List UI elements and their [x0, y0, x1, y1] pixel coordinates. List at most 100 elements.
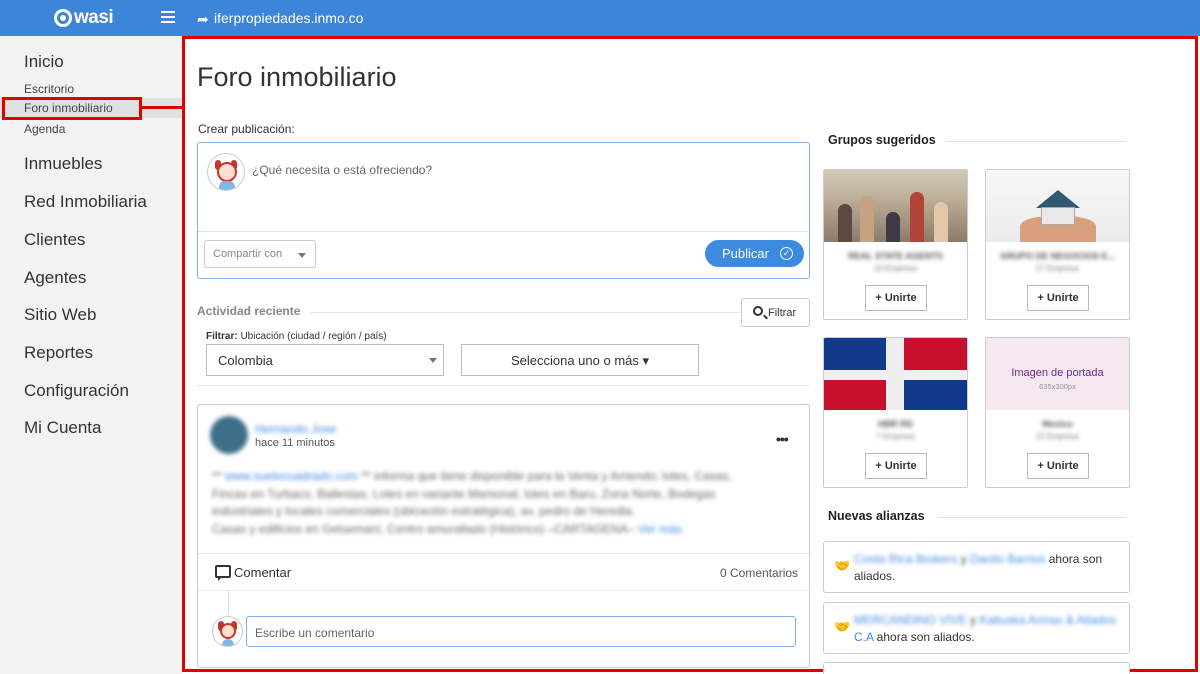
alliance-text: ahora son aliados. [873, 629, 975, 644]
location-value: Colombia [218, 353, 273, 368]
alliance-party-link[interactable]: MERCANDINO VIVE [854, 613, 967, 627]
alliance-text: ahora son [1045, 552, 1103, 566]
commenter-avatar [212, 616, 243, 647]
sidebar-item-clientes[interactable]: Clientes [24, 230, 85, 250]
recent-activity-label: Actividad reciente [197, 304, 301, 318]
share-with-label: Compartir con [213, 248, 283, 260]
top-bar [0, 0, 1200, 36]
logo-ring-icon [54, 9, 72, 27]
join-group-button[interactable]: + Unirte [865, 285, 927, 311]
comment-icon[interactable] [215, 565, 231, 581]
chevron-down-icon [298, 253, 306, 258]
filter-caption: Filtrar: Ubicación (ciudad / región / pa… [206, 331, 387, 342]
location-select[interactable]: Colombia [206, 344, 444, 376]
wasi-logo[interactable]: wasi [54, 7, 114, 29]
publish-label: Publicar [722, 246, 769, 261]
alliance-party-link[interactable]: C.A [854, 630, 873, 644]
group-card: REAL STATE AGENTS 16 Empresa + Unirte [823, 169, 968, 320]
feed-divider [198, 553, 809, 554]
group-card: Imagen de portada 635x300px Mexico 15 Em… [985, 337, 1130, 488]
group-cover-image[interactable] [824, 338, 967, 410]
sidebar-item-inicio[interactable]: Inicio [24, 52, 64, 72]
page-title: Foro inmobiliario [197, 62, 397, 92]
group-card: HBR RD 7 Empresa + Unirte [823, 337, 968, 488]
sidebar-item-configuracion[interactable]: Configuración [24, 381, 129, 401]
group-cover-image[interactable] [986, 170, 1129, 242]
alliance-party-link[interactable]: Katiuska Armas & Aliados [979, 613, 1116, 627]
post-body-prefix: ** [212, 469, 225, 483]
sidebar-item-sitio-web[interactable]: Sitio Web [24, 305, 96, 325]
more-options-icon[interactable]: ••• [776, 431, 789, 447]
group-cover-image[interactable] [824, 170, 967, 242]
share-with-select[interactable]: Compartir con [204, 240, 316, 268]
poster-avatar[interactable] [210, 416, 248, 454]
post-timestamp: hace 11 minutos [255, 437, 335, 449]
sidebar: Inicio Escritorio Foro inmobiliario Agen… [0, 36, 182, 674]
sidebar-item-agentes[interactable]: Agentes [24, 268, 86, 288]
see-more-link[interactable]: Ver más [634, 522, 682, 536]
alliance-text: aliados. [854, 568, 896, 583]
alliance-card [823, 662, 1130, 674]
post-body: ** www.suelocuadrado.com ** informa que … [212, 468, 802, 538]
sidebar-item-reportes[interactable]: Reportes [24, 343, 93, 363]
join-group-button[interactable]: + Unirte [865, 453, 927, 479]
annotation-highlight-box [2, 97, 142, 120]
sidebar-item-red-inmobiliaria[interactable]: Red Inmobiliaria [24, 192, 147, 212]
search-icon [753, 306, 763, 316]
cover-placeholder-title: Imagen de portada [1011, 367, 1104, 379]
publish-button[interactable]: Publicar ✓ [705, 240, 804, 267]
comment-input[interactable]: Escribe un comentario [246, 616, 796, 647]
comment-divider [198, 590, 809, 591]
post-input[interactable]: ¿Qué necesita o está ofreciendo? [252, 163, 432, 177]
group-name[interactable]: Mexico [986, 419, 1129, 429]
logo-text: wasi [74, 7, 114, 28]
create-post-label: Crear publicación: [198, 122, 295, 136]
group-name[interactable]: HBR RD [824, 419, 967, 429]
group-meta: 27 Empresa [1035, 264, 1080, 273]
group-name[interactable]: GRUPO DE NEGOCIOS E... [986, 251, 1129, 261]
post-body-line: industriales y locales comerciales (ubic… [212, 504, 636, 518]
sidebar-subitem-agenda[interactable]: Agenda [24, 122, 65, 136]
post-body-line: Casas y edificios en Getsemaní, Centro a… [212, 521, 635, 536]
group-cover-image[interactable]: Imagen de portada 635x300px [986, 338, 1129, 410]
thread-line [228, 590, 229, 614]
new-alliances-heading: Nuevas alianzas [828, 509, 925, 523]
group-card: GRUPO DE NEGOCIOS E... 27 Empresa + Unir… [985, 169, 1130, 320]
filter-caption-text: Ubicación (ciudad / región / país) [237, 331, 387, 342]
annotation-connector [141, 106, 184, 109]
sidebar-item-mi-cuenta[interactable]: Mi Cuenta [24, 418, 101, 438]
handshake-icon: 🤝 [834, 558, 851, 573]
join-group-button[interactable]: + Unirte [1027, 285, 1089, 311]
post-box-divider [198, 231, 809, 232]
alliance-card: 🤝 Costa Rica Brokers y Danilo Barrios ah… [823, 541, 1130, 593]
activity-divider [310, 312, 740, 313]
post-body-line: ** informa que tiene disponible para la … [358, 469, 732, 483]
comment-count[interactable]: 0 Comentarios [720, 566, 798, 580]
user-avatar [207, 153, 245, 191]
sidebar-item-inmuebles[interactable]: Inmuebles [24, 154, 102, 174]
filter-caption-bold: Filtrar: [206, 331, 238, 342]
comment-button[interactable]: Comentar [234, 565, 291, 580]
group-meta: 7 Empresa [876, 432, 915, 441]
alliance-card: 🤝 MERCANDINO VIVE y Katiuska Armas & Ali… [823, 602, 1130, 654]
alliance-joiner: y [957, 552, 971, 566]
chevron-down-icon [429, 358, 437, 363]
alliance-party-link[interactable]: Danilo Barrios [970, 552, 1045, 566]
multi-select-dropdown[interactable]: Selecciona uno o más ▾ [461, 344, 699, 376]
menu-icon[interactable] [161, 11, 175, 23]
sidebar-subitem-escritorio[interactable]: Escritorio [24, 82, 74, 96]
filter-button-label: Filtrar [768, 307, 797, 319]
alliance-joiner: y [966, 613, 980, 627]
post-body-link[interactable]: www.suelocuadrado.com [225, 469, 358, 483]
alliance-party-link[interactable]: Costa Rica Brokers [854, 552, 957, 566]
groups-heading-line [946, 141, 1126, 142]
poster-name-link[interactable]: Hernando Jose [255, 422, 336, 436]
site-domain-link[interactable]: iferpropiedades.inmo.co [214, 10, 363, 26]
group-name[interactable]: REAL STATE AGENTS [824, 251, 967, 261]
share-arrow-icon: ➦ [197, 11, 209, 27]
filter-divider [197, 385, 810, 386]
cover-placeholder-size: 635x300px [1039, 382, 1076, 391]
join-group-button[interactable]: + Unirte [1027, 453, 1089, 479]
filter-button[interactable]: Filtrar [741, 298, 810, 327]
group-meta: 15 Empresa [1035, 432, 1080, 441]
